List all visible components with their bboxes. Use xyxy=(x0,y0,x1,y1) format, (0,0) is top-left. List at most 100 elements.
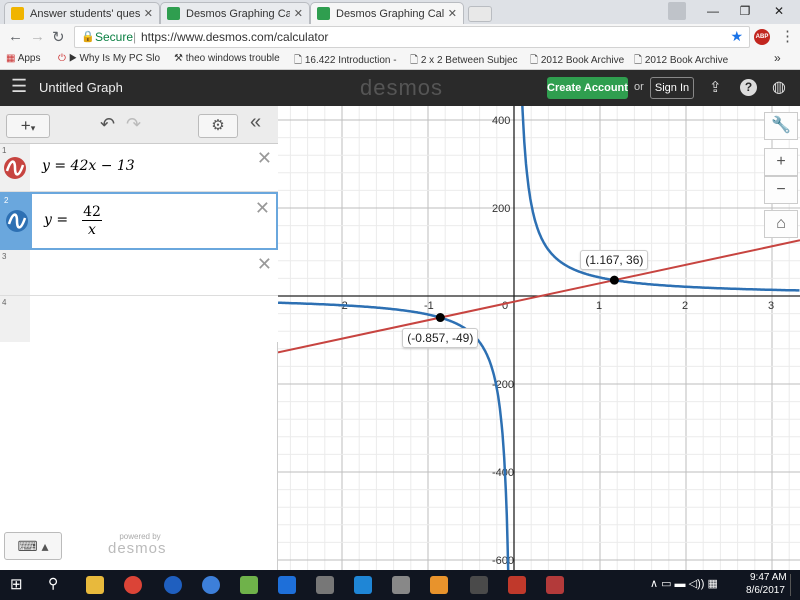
chrome-icon[interactable] xyxy=(124,576,142,594)
app-icon[interactable] xyxy=(470,576,488,594)
globe-icon[interactable]: ◍ xyxy=(772,77,786,97)
home-icon[interactable]: ⌂ xyxy=(764,210,798,238)
expression-row[interactable]: 1 y = 42x − 13 ✕ xyxy=(0,144,278,192)
more-bookmarks-icon[interactable]: » xyxy=(774,51,781,65)
bookmark-item[interactable]: 🗋 16.422 Introduction - xyxy=(294,53,397,70)
new-tab-button[interactable] xyxy=(468,6,492,22)
wrench-icon[interactable]: 🔧 xyxy=(764,112,798,140)
bookmark-star-icon[interactable]: ★ xyxy=(730,26,743,46)
delete-expression-icon[interactable]: ✕ xyxy=(255,198,270,219)
profile-icon[interactable] xyxy=(668,2,686,20)
app-icon[interactable] xyxy=(278,576,296,594)
address-field[interactable]: 🔒 Secure | https://www.desmos.com/calcul… xyxy=(74,26,750,48)
file-explorer-icon[interactable] xyxy=(86,576,104,594)
app-icon[interactable] xyxy=(202,576,220,594)
bookmark-item[interactable]: 🗋 2012 Book Archive xyxy=(634,53,728,70)
zoom-in-button[interactable]: + xyxy=(764,148,798,176)
expression-lhs[interactable]: y = xyxy=(44,212,68,228)
help-icon[interactable]: ? xyxy=(740,79,757,96)
page-icon: 🗋 xyxy=(410,55,419,66)
undo-icon[interactable]: ↶ xyxy=(100,114,115,135)
line-color-icon[interactable] xyxy=(4,157,26,179)
app-icon[interactable] xyxy=(354,576,372,594)
keyboard-toggle-icon[interactable]: ⌨ ▴ xyxy=(4,532,62,560)
series-curve-y-42-over-x-positive[interactable] xyxy=(518,106,800,292)
fraction-numerator[interactable]: 42 xyxy=(82,204,102,221)
forward-arrow-icon[interactable]: → xyxy=(30,28,45,45)
app-icon[interactable] xyxy=(240,576,258,594)
adblock-icon[interactable]: ABP xyxy=(754,29,770,45)
graph-paper[interactable]: -2 -1 0 1 2 3 400 200 -200 -400 -600 (1.… xyxy=(278,106,800,570)
grid-lines xyxy=(278,106,800,570)
magnifier-icon[interactable] xyxy=(392,576,410,594)
desmos-logo: desmos xyxy=(360,75,444,100)
desmos-favicon-icon xyxy=(167,7,180,20)
close-window-icon[interactable]: ✕ xyxy=(756,0,800,22)
y-tick-label: -400 xyxy=(492,467,514,479)
bookmark-item[interactable]: ▦ Apps xyxy=(6,53,40,64)
share-icon[interactable]: ⇪ xyxy=(709,78,722,96)
bookmark-item[interactable]: 🗋 2 x 2 Between Subjec xyxy=(410,53,518,70)
clock-time[interactable]: 9:47 AM xyxy=(750,572,787,583)
y-tick-label: -600 xyxy=(492,555,514,567)
answer-favicon-icon xyxy=(11,7,24,20)
expression-row-empty[interactable]: 4 xyxy=(0,296,278,342)
app-icon[interactable] xyxy=(546,576,564,594)
settings-gear-icon[interactable]: ⚙ xyxy=(198,114,238,138)
bookmark-item[interactable]: 🗋 2012 Book Archive xyxy=(530,53,624,70)
fraction-denominator[interactable]: x xyxy=(82,222,102,238)
intersection-point[interactable] xyxy=(435,313,445,323)
app-icon[interactable] xyxy=(508,576,526,594)
browser-tab-strip: Answer students' questio ✕ Desmos Graphi… xyxy=(0,0,800,24)
page-icon: 🗋 xyxy=(294,55,303,66)
expression-math[interactable]: y = 42x − 13 xyxy=(42,158,135,174)
close-icon[interactable]: ✕ xyxy=(144,7,153,20)
menu-kebab-icon[interactable]: ⋮ xyxy=(780,27,795,45)
desmos-favicon-icon xyxy=(317,7,330,20)
bookmark-item[interactable]: ⚒ theo windows trouble xyxy=(174,53,280,64)
graph-canvas[interactable]: -2 -1 0 1 2 3 400 200 -200 -400 -600 xyxy=(278,106,800,570)
add-item-button[interactable]: +▾ xyxy=(6,114,50,138)
app-icon[interactable] xyxy=(430,576,448,594)
back-arrow-icon[interactable]: ← xyxy=(8,28,23,45)
clock-date[interactable]: 8/6/2017 xyxy=(746,585,785,596)
close-icon[interactable]: ✕ xyxy=(448,7,457,20)
desmos-header: ☰ Untitled Graph desmos Create Account o… xyxy=(0,70,800,106)
bookmark-item[interactable]: ⏻ ▶ Why Is My PC Slo xyxy=(58,53,160,64)
powered-desmos-logo: desmos xyxy=(108,540,167,557)
x-tick-label: -1 xyxy=(424,300,434,312)
browser-tab-active[interactable]: Desmos Graphing Calcul ✕ xyxy=(310,2,464,24)
page-icon: 🗋 xyxy=(530,55,539,66)
reload-icon[interactable]: ↻ xyxy=(52,28,65,46)
close-icon[interactable]: ✕ xyxy=(294,7,303,20)
url-divider: | xyxy=(133,30,137,44)
point-label: (-0.857, -49) xyxy=(402,327,479,348)
x-tick-label: 3 xyxy=(768,300,774,312)
zoom-out-button[interactable]: − xyxy=(764,176,798,204)
redo-icon[interactable]: ↷ xyxy=(126,114,141,135)
sign-in-button[interactable]: Sign In xyxy=(650,77,694,99)
y-tick-label: 200 xyxy=(492,203,510,215)
power-icon: ⏻ xyxy=(58,53,66,64)
app-icon[interactable] xyxy=(164,576,182,594)
curve-color-icon[interactable] xyxy=(6,210,28,232)
app-icon[interactable] xyxy=(316,576,334,594)
expression-row-empty[interactable]: 3 ✕ xyxy=(0,250,278,296)
show-desktop-button[interactable] xyxy=(790,574,796,596)
secure-label: Secure xyxy=(95,30,134,44)
tab-label: Desmos Graphing Calcul xyxy=(186,7,290,20)
delete-expression-icon[interactable]: ✕ xyxy=(257,254,272,275)
intersection-point[interactable] xyxy=(609,275,619,285)
search-icon[interactable]: ⚲ xyxy=(48,575,58,592)
hamburger-menu-icon[interactable]: ☰ xyxy=(11,76,27,97)
browser-tab[interactable]: Desmos Graphing Calcul ✕ xyxy=(160,2,310,24)
graph-title[interactable]: Untitled Graph xyxy=(39,80,123,95)
create-account-button[interactable]: Create Account xyxy=(547,77,628,99)
bookmarks-bar: ▦ Apps ⏻ ▶ Why Is My PC Slo ⚒ theo windo… xyxy=(0,50,800,70)
tray-icons[interactable]: ∧ ▭ ▬ ◁)) ▦ xyxy=(650,577,718,590)
browser-tab[interactable]: Answer students' questio ✕ xyxy=(4,2,160,24)
expression-row-selected[interactable]: 2 y = 42 x ✕ xyxy=(0,192,278,250)
delete-expression-icon[interactable]: ✕ xyxy=(257,148,272,169)
collapse-panel-icon[interactable]: « xyxy=(250,111,261,134)
windows-start-icon[interactable]: ⊞ xyxy=(10,575,23,593)
